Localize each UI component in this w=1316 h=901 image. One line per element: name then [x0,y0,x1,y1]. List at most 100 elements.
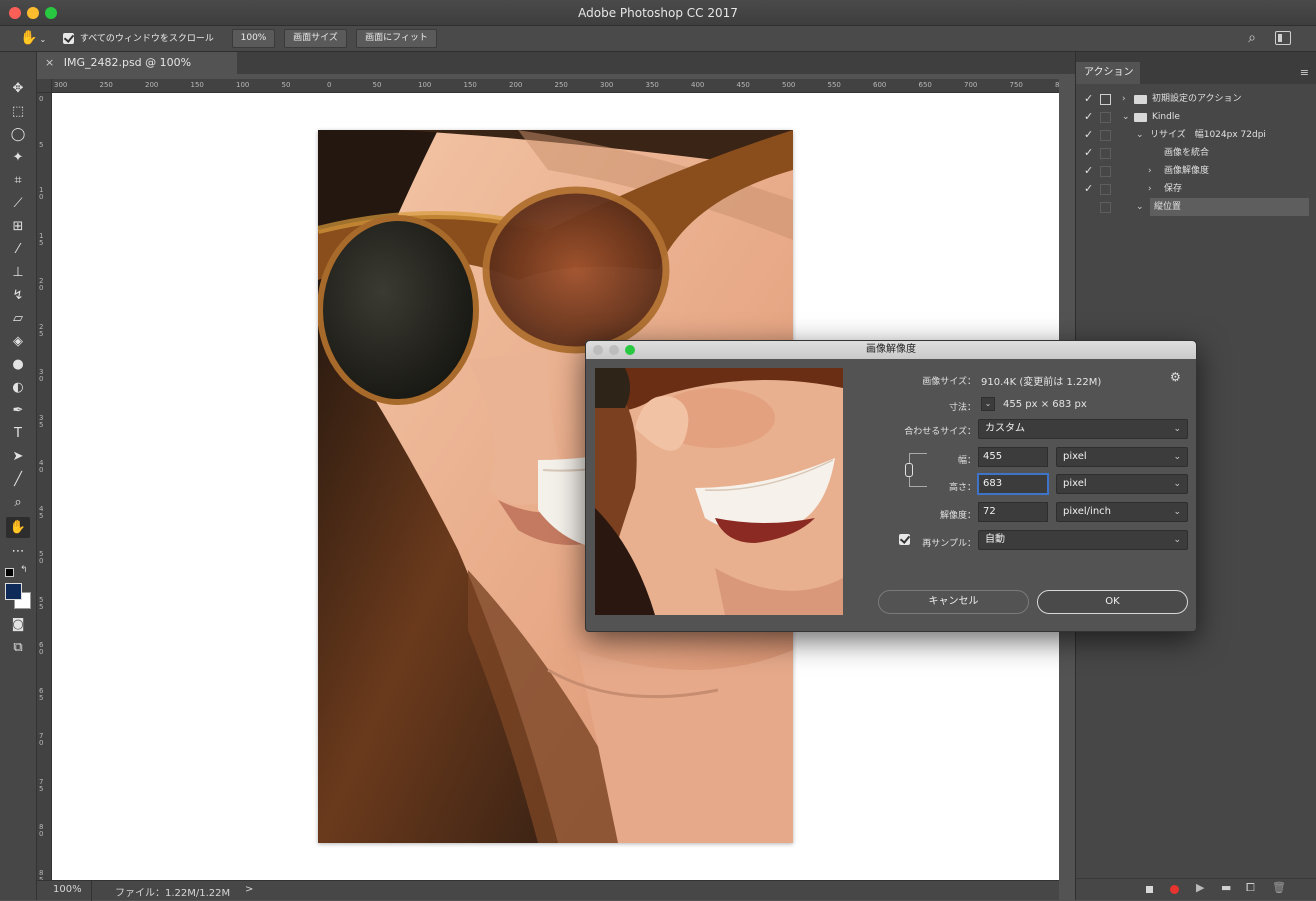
line-tool-icon[interactable]: ╱ [6,469,30,490]
brush-tool-icon[interactable]: ⁄ [6,239,30,260]
actions-panel-header: アクション ≡ [1076,62,1316,84]
width-unit-select[interactable]: pixel ⌄ [1056,447,1188,467]
record-icon[interactable] [1170,885,1179,894]
dialog-toggle-box[interactable] [1100,148,1111,159]
ruler-top-label: 300 [600,81,614,89]
paint-bucket-tool-icon[interactable]: ◈ [6,331,30,352]
type-tool-icon[interactable]: T [6,423,30,444]
fill-screen-button[interactable]: 画面にフィット [356,29,437,48]
action-row[interactable]: ⌄ 縦位置 [1076,198,1316,216]
ok-button[interactable]: OK [1037,590,1188,614]
chevron-right-icon[interactable]: › [1122,90,1126,108]
toggle-checkmark-icon[interactable]: ✓ [1084,90,1093,108]
toggle-checkmark-icon[interactable]: ✓ [1084,126,1093,144]
tool-preset-picker[interactable]: ✋ ⌄ [20,29,50,48]
actions-panel-tab[interactable]: アクション [1076,62,1140,84]
width-input[interactable]: 455 [978,447,1048,467]
magic-wand-tool-icon[interactable]: ✦ [6,147,30,168]
height-unit-select[interactable]: pixel ⌄ [1056,474,1188,494]
action-row[interactable]: ✓ › 画像解像度 [1076,162,1316,180]
action-row[interactable]: ✓ 画像を統合 [1076,144,1316,162]
move-tool-icon[interactable]: ✥ [6,78,30,99]
path-selection-tool-icon[interactable]: ➤ [6,446,30,467]
workspace-icon[interactable] [1275,31,1291,45]
fit-screen-button[interactable]: 画面サイズ [284,29,347,48]
action-row[interactable]: ✓ ⌄ Kindle [1076,108,1316,126]
action-row-label: リサイズ 幅1024px 72dpi [1150,130,1266,140]
play-icon[interactable]: ▶ [1196,881,1204,894]
hand-tool-icon[interactable]: ✋ [6,517,30,538]
dialog-minimize-button[interactable] [609,345,619,355]
crop-tool-icon[interactable]: ⌗ [6,170,30,191]
checkbox-checked-icon [63,33,74,44]
foreground-color-swatch[interactable] [5,583,22,600]
zoom-tool-icon[interactable]: ⌕ [6,492,30,513]
dialog-toggle-box[interactable] [1100,112,1111,123]
stop-icon[interactable] [1146,886,1153,893]
clone-stamp-tool-icon[interactable]: ⊥ [6,262,30,283]
eyedropper-tool-icon[interactable]: ⟋ [6,193,30,214]
quick-mask-icon[interactable]: ◙ [6,614,30,635]
dialog-toggle-box[interactable] [1100,166,1111,177]
panel-menu-icon[interactable]: ≡ [1300,66,1309,79]
dodge-tool-icon[interactable]: ◐ [6,377,30,398]
blur-tool-icon[interactable]: ● [6,354,30,375]
marquee-tool-icon[interactable]: ⬚ [6,101,30,122]
vertical-ruler[interactable]: 0 5 1 0 1 5 2 0 2 5 3 0 3 5 4 0 4 5 5 0 5 5 6 0 6 5 7 … [37,93,52,880]
status-info-menu-arrow[interactable]: > [245,884,253,895]
close-tab-icon[interactable]: × [45,56,54,69]
document-tab[interactable]: × IMG_2482.psd @ 100% (RGB/8) * [37,52,237,91]
app-title: Adobe Photoshop CC 2017 [578,6,738,20]
ruler-top-label: 550 [827,81,841,89]
swap-colors-icon[interactable]: ↰ [20,565,28,575]
toggle-checkmark-icon[interactable]: ✓ [1084,180,1093,198]
new-set-icon[interactable]: ▬ [1221,881,1231,894]
default-colors-icon[interactable] [5,568,14,577]
healing-brush-tool-icon[interactable]: ⊞ [6,216,30,237]
height-input[interactable]: 683 [978,474,1048,494]
image-preview[interactable] [595,368,843,615]
action-row[interactable]: ✓ › 初期設定のアクション [1076,90,1316,108]
zoom-100-button[interactable]: 100% [232,29,275,48]
chevron-down-icon[interactable]: ⌄ [1136,198,1144,216]
dialog-toggle-box[interactable] [1100,202,1111,213]
ruler-top-label: 0 [327,81,332,89]
lasso-tool-icon[interactable]: ◯ [6,124,30,145]
toggle-checkmark-icon[interactable]: ✓ [1084,108,1093,126]
screen-mode-icon[interactable]: ⧉ [6,637,30,658]
dialog-toggle-box[interactable] [1100,184,1111,195]
resolution-input[interactable]: 72 [978,502,1048,522]
chevron-down-icon[interactable]: ⌄ [1136,126,1144,144]
scroll-all-windows-checkbox[interactable]: すべてのウィンドウをスクロール [63,32,214,46]
title-bar: Adobe Photoshop CC 2017 [0,0,1316,26]
dialog-toggle-box[interactable] [1100,130,1111,141]
toggle-checkmark-icon[interactable]: ✓ [1084,144,1093,162]
dialog-window-controls [593,345,635,355]
resample-select[interactable]: 自動 ⌄ [978,530,1188,550]
pen-tool-icon[interactable]: ✒ [6,400,30,421]
action-row[interactable]: ✓ › 保存 [1076,180,1316,198]
chevron-right-icon[interactable]: › [1148,162,1152,180]
eraser-tool-icon[interactable]: ▱ [6,308,30,329]
chevron-right-icon[interactable]: › [1148,180,1152,198]
more-tools-icon[interactable]: ⋯ [6,541,30,562]
dialog-settings-gear-icon[interactable]: ⚙ [1170,370,1181,384]
new-action-icon[interactable]: ⧠ [1246,881,1255,895]
panel-collapse-bar[interactable] [1076,52,1316,62]
zoom-level-field[interactable]: 100% [53,884,82,895]
dialog-zoom-button[interactable] [625,345,635,355]
trash-icon[interactable]: 🗑 [1272,881,1286,894]
dialog-toggle-box[interactable] [1100,94,1111,105]
resolution-unit-select[interactable]: pixel/inch ⌄ [1056,502,1188,522]
dimensions-unit-dropdown[interactable]: ⌄ [981,397,995,411]
chevron-down-icon[interactable]: ⌄ [1122,108,1130,126]
search-icon[interactable]: ⌕ [1243,29,1261,48]
toggle-checkmark-icon[interactable]: ✓ [1084,162,1093,180]
fit-to-select[interactable]: カスタム ⌄ [978,419,1188,439]
cancel-button[interactable]: キャンセル [878,590,1029,614]
dialog-close-button[interactable] [593,345,603,355]
action-row[interactable]: ✓ ⌄ リサイズ 幅1024px 72dpi [1076,126,1316,144]
horizontal-ruler[interactable]: 300 250 200 150 100 50 0 50 100 150 200 250 300 350 40… [52,79,1059,93]
ruler-left-label: 1 5 [39,231,44,247]
history-brush-tool-icon[interactable]: ↯ [6,285,30,306]
